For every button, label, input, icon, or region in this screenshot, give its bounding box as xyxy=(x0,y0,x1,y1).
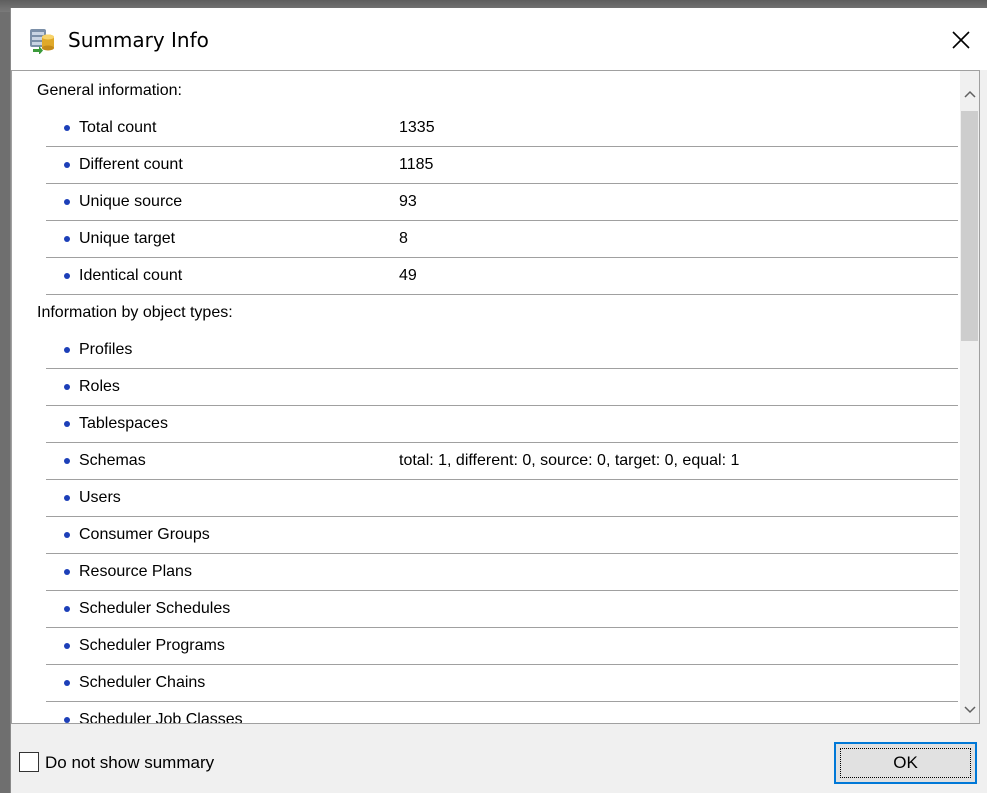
section-header: General information: xyxy=(12,73,960,110)
close-icon xyxy=(952,31,970,49)
section-header-label: General information: xyxy=(37,82,182,99)
summary-row: Different count 1185 xyxy=(46,147,958,184)
dialog-footer: Do not show summary OK xyxy=(11,724,987,793)
bullet-icon xyxy=(64,162,70,168)
row-label: Identical count xyxy=(79,267,183,284)
close-button[interactable] xyxy=(943,22,979,58)
section-header: Information by object types: xyxy=(12,295,960,332)
summary-info-dialog: Summary Info General information: Total c… xyxy=(10,8,987,793)
bullet-icon xyxy=(64,458,70,464)
scroll-down-button[interactable] xyxy=(960,699,979,721)
row-label: Different count xyxy=(79,156,183,173)
do-not-show-summary-checkbox[interactable] xyxy=(19,752,39,772)
bullet-icon xyxy=(64,421,70,427)
summary-row: Unique source 93 xyxy=(46,184,958,221)
summary-list-panel: General information: Total count 1335 Diffe… xyxy=(11,70,980,724)
summary-row: Total count 1335 xyxy=(46,110,958,147)
row-label: Profiles xyxy=(79,341,133,358)
database-compare-icon xyxy=(30,29,54,54)
summary-row: Users xyxy=(46,480,958,517)
bullet-icon xyxy=(64,717,70,723)
row-label: Tablespaces xyxy=(79,415,168,432)
row-label: Roles xyxy=(79,378,120,395)
bullet-icon xyxy=(64,347,70,353)
focus-rectangle xyxy=(840,748,971,778)
row-label: Resource Plans xyxy=(79,563,192,580)
chevron-up-icon xyxy=(963,90,976,98)
scrollbar-thumb[interactable] xyxy=(961,111,978,341)
bullet-icon xyxy=(64,680,70,686)
summary-row: Resource Plans xyxy=(46,554,958,591)
row-label: Scheduler Chains xyxy=(79,674,206,691)
summary-row: Roles xyxy=(46,369,958,406)
row-label: Scheduler Schedules xyxy=(79,600,231,617)
row-label: Scheduler Programs xyxy=(79,637,225,654)
bullet-icon xyxy=(64,125,70,131)
summary-row: Schemas total: 1, different: 0, source: 0… xyxy=(46,443,958,480)
checkbox-label: Do not show summary xyxy=(45,753,215,772)
title-bar: Summary Info xyxy=(11,8,987,70)
row-value: 49 xyxy=(399,267,417,284)
summary-row: Unique target 8 xyxy=(46,221,958,258)
row-value: 93 xyxy=(399,193,417,210)
row-label: Scheduler Job Classes xyxy=(79,711,243,724)
summary-row: Profiles xyxy=(46,332,958,369)
row-value: total: 1, different: 0, source: 0, targe… xyxy=(399,452,740,469)
dialog-title: Summary Info xyxy=(68,28,209,52)
bullet-icon xyxy=(64,236,70,242)
vertical-scrollbar[interactable] xyxy=(960,71,979,723)
ok-button[interactable]: OK xyxy=(834,742,977,784)
row-value: 8 xyxy=(399,230,408,247)
bullet-icon xyxy=(64,273,70,279)
bullet-icon xyxy=(64,643,70,649)
row-label: Unique source xyxy=(79,193,183,210)
bullet-icon xyxy=(64,532,70,538)
row-value: 1185 xyxy=(399,156,434,173)
summary-row: Tablespaces xyxy=(46,406,958,443)
row-label: Schemas xyxy=(79,452,146,469)
bullet-icon xyxy=(64,199,70,205)
bullet-icon xyxy=(64,606,70,612)
row-label: Users xyxy=(79,489,121,506)
row-label: Total count xyxy=(79,119,157,136)
row-label: Consumer Groups xyxy=(79,526,210,543)
summary-row: Scheduler Job Classes xyxy=(46,702,958,724)
section-header-label: Information by object types: xyxy=(37,304,233,321)
summary-row: Identical count 49 xyxy=(46,258,958,295)
bullet-icon xyxy=(64,384,70,390)
scroll-up-button[interactable] xyxy=(960,83,979,105)
chevron-down-icon xyxy=(963,706,976,714)
bullet-icon xyxy=(64,495,70,501)
summary-row: Scheduler Chains xyxy=(46,665,958,702)
row-value: 1335 xyxy=(399,119,435,136)
summary-row: Scheduler Schedules xyxy=(46,591,958,628)
summary-row: Scheduler Programs xyxy=(46,628,958,665)
bullet-icon xyxy=(64,569,70,575)
summary-row: Consumer Groups xyxy=(46,517,958,554)
row-label: Unique target xyxy=(79,230,176,247)
